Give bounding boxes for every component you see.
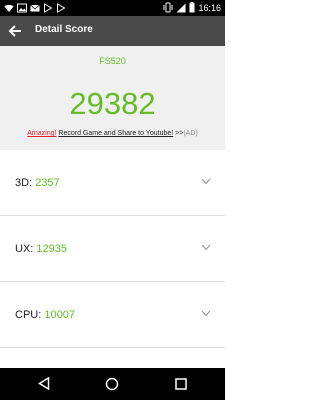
promo-banner[interactable]: Amazing! Record Game and Share to Youtub… — [0, 130, 225, 137]
image-icon — [17, 3, 27, 13]
app-bar: Detail Score — [0, 16, 225, 46]
nav-recent-apps-icon[interactable] — [175, 378, 187, 390]
total-score: 29382 — [69, 86, 156, 121]
back-arrow-icon[interactable] — [8, 24, 22, 38]
battery-icon — [189, 2, 195, 13]
mail-icon — [30, 4, 40, 12]
signal-icon — [176, 3, 186, 12]
vibrate-icon — [163, 2, 173, 13]
play-store-icon — [57, 3, 66, 13]
row-label: UX: 12935 — [15, 243, 67, 255]
promo-link[interactable]: Record Game and Share to Youtube! — [58, 130, 173, 137]
row-value: 12935 — [36, 243, 67, 255]
row-value: 2357 — [35, 177, 60, 189]
score-row-3d[interactable]: 3D: 2357 — [0, 150, 225, 216]
row-label-text: 3D: — [15, 177, 36, 189]
row-value: 10007 — [44, 309, 75, 321]
score-panel: FS520 29382 Amazing! Record Game and Sha… — [0, 46, 225, 150]
chevron-down-icon[interactable] — [201, 178, 211, 185]
status-bar: 16:16 — [0, 0, 225, 16]
score-row-ux[interactable]: UX: 12935 — [0, 216, 225, 282]
promo-amazing[interactable]: Amazing! — [27, 130, 56, 137]
row-label-text: UX: — [15, 243, 37, 255]
chevron-down-icon[interactable] — [201, 310, 211, 317]
row-label: CPU: 10007 — [15, 309, 75, 321]
nav-back-icon[interactable] — [38, 377, 50, 390]
nav-home-icon[interactable] — [105, 377, 119, 391]
score-row-cpu[interactable]: CPU: 10007 — [0, 282, 225, 348]
navigation-bar — [0, 368, 225, 400]
device-name: FS520 — [99, 56, 126, 66]
chevron-down-icon[interactable] — [201, 244, 211, 251]
row-label-text: CPU: — [15, 309, 45, 321]
status-time: 16:16 — [198, 2, 221, 13]
wifi-icon — [4, 4, 14, 12]
row-label: 3D: 2357 — [15, 177, 60, 189]
page-title: Detail Score — [35, 24, 93, 35]
promo-ad-label: (AD) — [183, 130, 198, 137]
play-store-icon — [44, 3, 53, 13]
